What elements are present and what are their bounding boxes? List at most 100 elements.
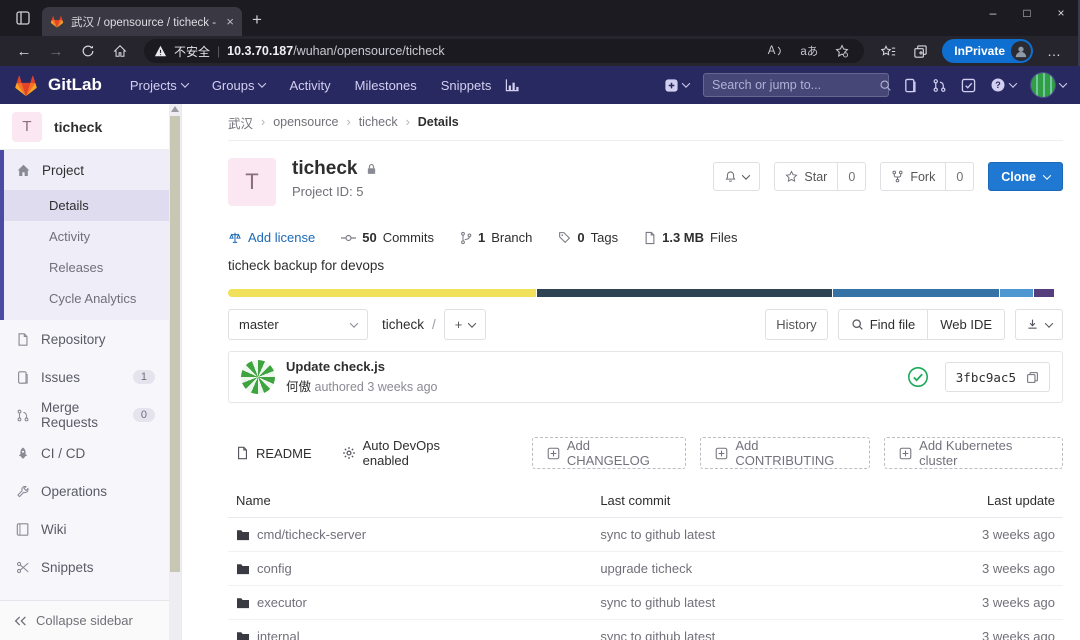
sidebar-project-header[interactable]: T ticheck xyxy=(0,104,181,150)
sidebar-item-ci-cd[interactable]: CI / CD xyxy=(0,434,181,472)
todos-icon[interactable] xyxy=(961,78,976,93)
tab-close-icon[interactable]: × xyxy=(226,14,234,29)
star-button[interactable]: Star 0 xyxy=(774,162,867,191)
fork-icon xyxy=(891,170,904,183)
issues-icon[interactable] xyxy=(903,78,918,93)
folder-icon xyxy=(236,529,250,541)
add-license-link[interactable]: Add license xyxy=(228,230,315,245)
address-bar[interactable]: 不安全 | 10.3.70.187/wuhan/opensource/tiche… xyxy=(144,39,865,63)
gitlab-wordmark[interactable]: GitLab xyxy=(48,75,102,95)
favorites-bar-icon[interactable] xyxy=(874,39,902,63)
new-tab-button[interactable]: + xyxy=(252,10,262,30)
files-stat[interactable]: 1.3 MB Files xyxy=(644,230,737,245)
readme-button[interactable]: README xyxy=(228,437,320,469)
collapse-sidebar-button[interactable]: Collapse sidebar xyxy=(0,600,181,640)
sidebar-item-wiki[interactable]: Wiki xyxy=(0,510,181,548)
breadcrumb-subgroup[interactable]: opensource xyxy=(273,115,338,129)
sidebar-item-snippets[interactable]: Snippets xyxy=(0,548,181,586)
clone-button[interactable]: Clone xyxy=(988,162,1063,191)
window-close-button[interactable]: × xyxy=(1044,0,1078,26)
table-row[interactable]: executor sync to github latest 3 weeks a… xyxy=(228,585,1063,620)
web-ide-button[interactable]: Web IDE xyxy=(927,310,1004,339)
sidebar-item-operations[interactable]: Operations xyxy=(0,472,181,510)
security-label[interactable]: 不安全 xyxy=(174,43,210,60)
file-name-link[interactable]: cmd/ticheck-server xyxy=(257,527,366,542)
branches-stat[interactable]: 1 Branch xyxy=(460,230,532,245)
global-search[interactable] xyxy=(703,73,891,97)
sidebar-item-project[interactable]: Project xyxy=(4,150,181,190)
gitlab-logo[interactable] xyxy=(14,74,38,97)
merge-requests-icon[interactable] xyxy=(932,78,947,93)
inprivate-badge[interactable]: InPrivate xyxy=(942,39,1033,63)
sidebar-item-details[interactable]: Details xyxy=(4,190,181,221)
copy-icon[interactable] xyxy=(1026,371,1039,384)
nav-snippets[interactable]: Snippets xyxy=(431,78,502,93)
commit-sha[interactable]: 3fbc9ac5 xyxy=(944,362,1050,392)
window-maximize-button[interactable]: □ xyxy=(1010,0,1044,26)
new-menu-button[interactable] xyxy=(664,78,691,93)
nav-milestones[interactable]: Milestones xyxy=(345,78,427,93)
commit-message-link[interactable]: sync to github latest xyxy=(600,629,715,640)
auto-devops-button[interactable]: Auto DevOps enabled xyxy=(334,437,492,469)
sidebar-item-repository[interactable]: Repository xyxy=(0,320,181,358)
tag-icon xyxy=(558,231,571,244)
scroll-up-arrow-icon[interactable] xyxy=(171,106,179,112)
sidebar-scrollbar[interactable] xyxy=(169,104,181,640)
collections-icon[interactable] xyxy=(906,39,934,63)
download-source-button[interactable] xyxy=(1015,309,1063,340)
scrollbar-thumb[interactable] xyxy=(170,116,180,572)
pipeline-status-icon[interactable] xyxy=(907,366,929,388)
commit-message-link[interactable]: sync to github latest xyxy=(600,527,715,542)
folder-icon xyxy=(236,597,250,609)
read-aloud-icon[interactable]: A xyxy=(763,45,789,57)
file-name-link[interactable]: executor xyxy=(257,595,307,610)
commit-message-link[interactable]: sync to github latest xyxy=(600,595,715,610)
commit-message-link[interactable]: upgrade ticheck xyxy=(600,561,692,576)
table-row[interactable]: internal sync to github latest 3 weeks a… xyxy=(228,619,1063,640)
home-icon[interactable] xyxy=(106,39,134,63)
breadcrumb-group[interactable]: 武汉 xyxy=(228,113,253,132)
refresh-icon[interactable] xyxy=(74,39,102,63)
file-name-link[interactable]: internal xyxy=(257,629,300,640)
table-row[interactable]: cmd/ticheck-server sync to github latest… xyxy=(228,517,1063,552)
breadcrumb-project[interactable]: ticheck xyxy=(359,115,398,129)
browser-tab[interactable]: 武汉 / opensource / ticheck - Gi × xyxy=(42,7,242,36)
fork-button[interactable]: Fork 0 xyxy=(880,162,975,191)
sidebar-item-releases[interactable]: Releases xyxy=(4,252,181,283)
add-file-button[interactable]: + xyxy=(443,309,487,340)
tags-stat[interactable]: 0 Tags xyxy=(558,230,618,245)
nav-groups[interactable]: Groups xyxy=(202,78,276,93)
window-minimize-button[interactable]: – xyxy=(976,0,1010,26)
commits-stat[interactable]: 50 Commits xyxy=(341,230,434,245)
add-changelog-button[interactable]: Add CHANGELOG xyxy=(531,437,687,469)
sidebar-item-cycle-analytics[interactable]: Cycle Analytics xyxy=(4,283,181,314)
table-row[interactable]: config upgrade ticheck 3 weeks ago xyxy=(228,551,1063,586)
branch-selector[interactable]: master xyxy=(228,309,368,340)
chart-icon[interactable] xyxy=(505,78,520,93)
repo-root-link[interactable]: ticheck xyxy=(382,317,424,332)
commit-message-link[interactable]: Update check.js xyxy=(286,359,438,374)
tab-workspaces-icon[interactable] xyxy=(8,4,38,32)
nav-projects[interactable]: Projects xyxy=(120,78,198,93)
translate-icon[interactable]: aあ xyxy=(795,43,823,59)
add-kubernetes-button[interactable]: Add Kubernetes cluster xyxy=(884,437,1063,469)
favorites-star-icon[interactable] xyxy=(830,44,854,58)
nav-activity[interactable]: Activity xyxy=(279,78,340,93)
search-input[interactable] xyxy=(712,78,873,92)
browser-menu-icon[interactable]: … xyxy=(1041,43,1068,59)
commit-author-link[interactable]: 何傲 xyxy=(286,380,311,394)
commit-author-avatar[interactable] xyxy=(241,360,275,394)
back-icon[interactable]: ← xyxy=(10,39,38,63)
history-button[interactable]: History xyxy=(765,309,828,340)
sidebar-item-activity[interactable]: Activity xyxy=(4,221,181,252)
add-contributing-button[interactable]: Add CONTRIBUTING xyxy=(700,437,871,469)
find-file-button[interactable]: Find file xyxy=(839,310,928,339)
sidebar-item-merge-requests[interactable]: Merge Requests 0 xyxy=(0,396,181,434)
help-icon[interactable]: ? xyxy=(990,77,1018,93)
license-icon xyxy=(228,231,242,245)
sidebar-item-issues[interactable]: Issues 1 xyxy=(0,358,181,396)
user-avatar[interactable] xyxy=(1030,72,1068,98)
file-name-link[interactable]: config xyxy=(257,561,292,576)
url-text[interactable]: 10.3.70.187/wuhan/opensource/ticheck xyxy=(227,44,756,58)
notifications-button[interactable] xyxy=(713,162,761,191)
